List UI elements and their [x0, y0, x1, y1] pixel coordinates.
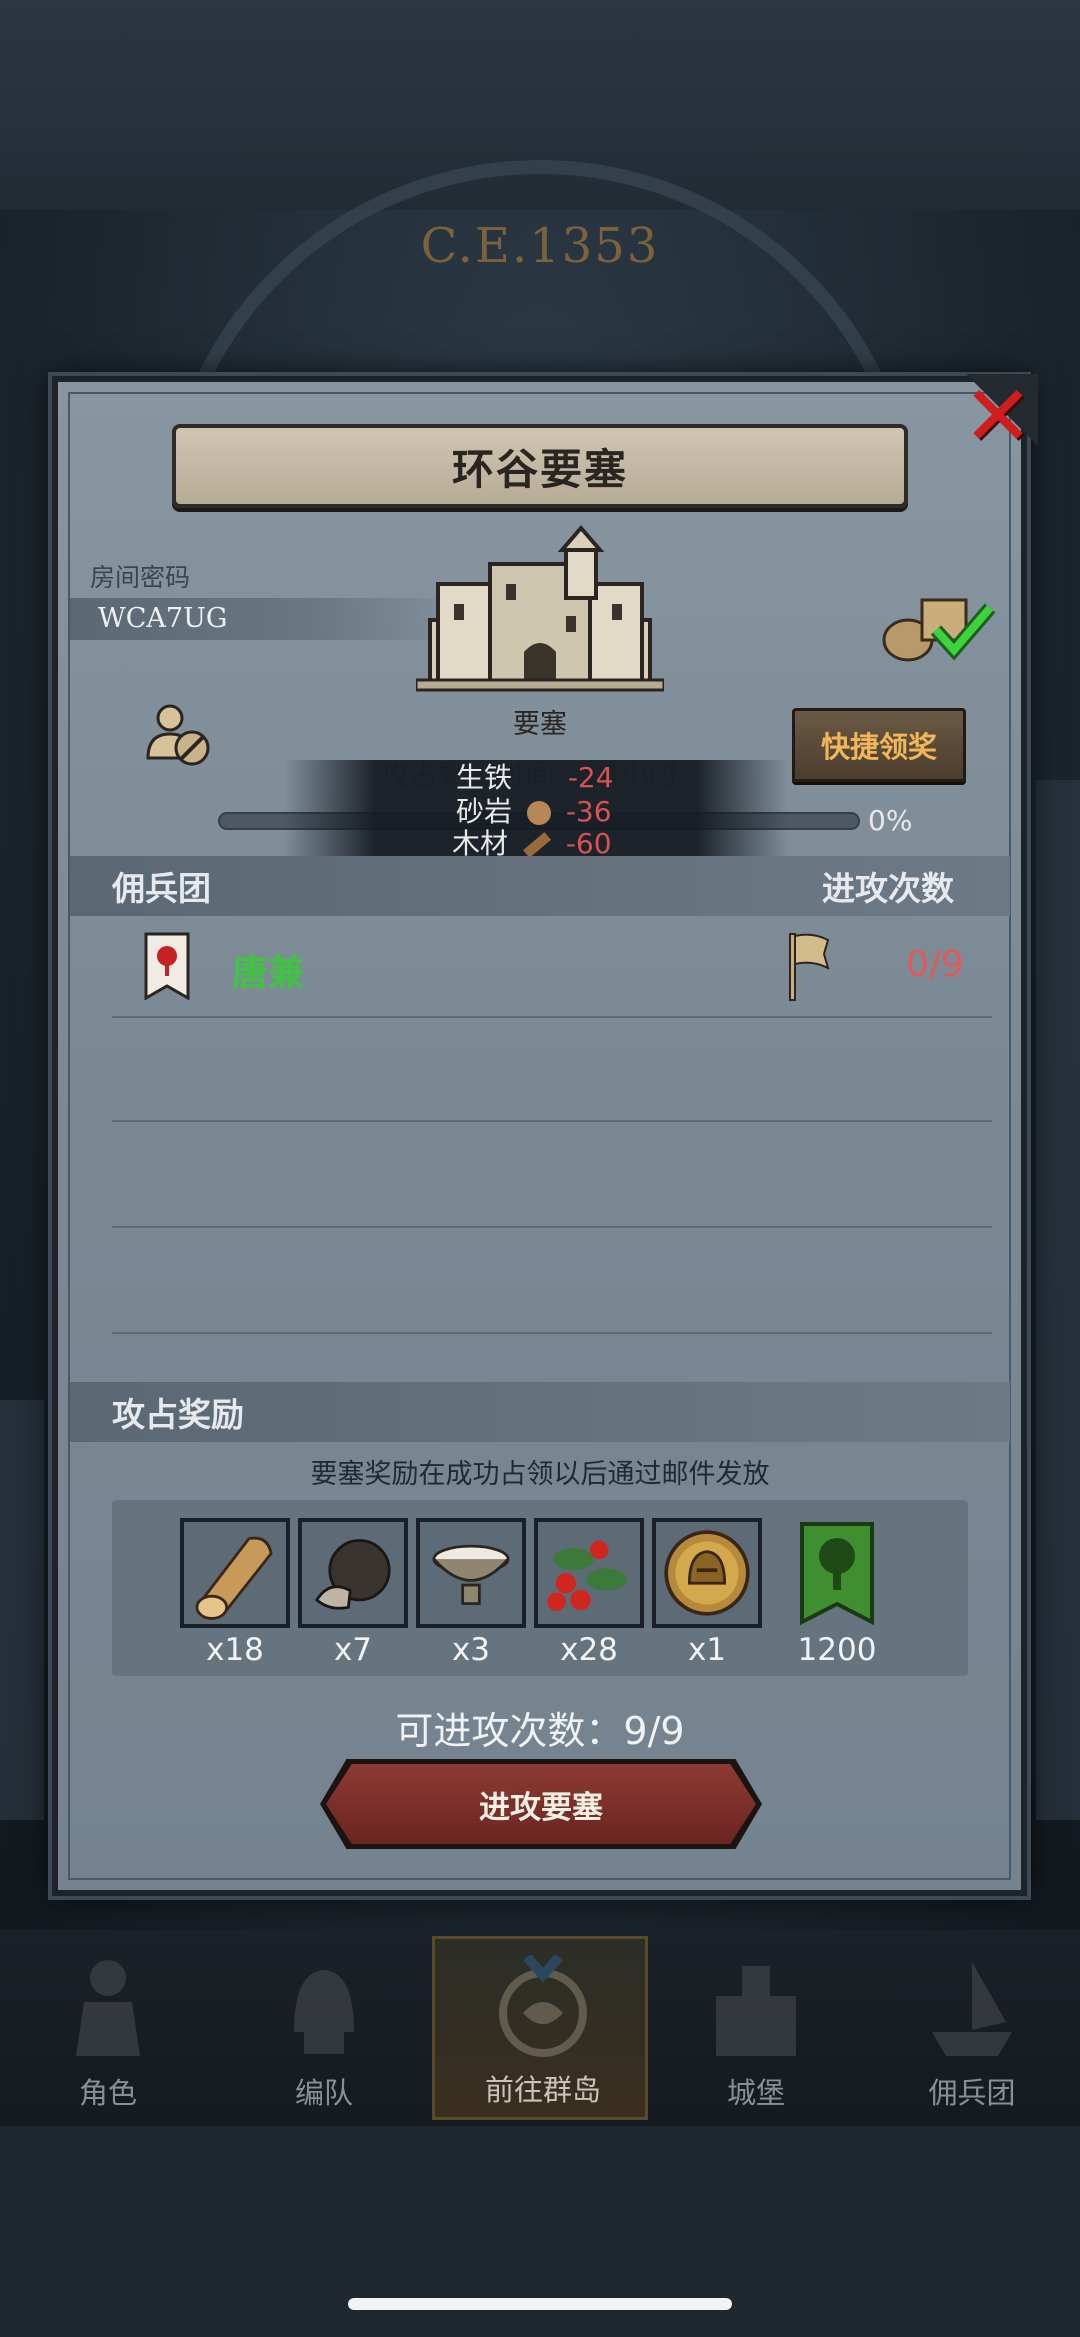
- dialog-title-banner: 环谷要塞: [172, 424, 908, 508]
- attack-fortress-label: 进攻要塞: [479, 1789, 603, 1826]
- reward-qty-truffle: x7: [333, 1632, 373, 1668]
- mercenary-attack-count: 0/9: [906, 944, 964, 985]
- nav-item-islands[interactable]: 前往群岛: [432, 1936, 648, 2120]
- fortress-icon: [416, 524, 664, 692]
- reward-qty-wood: x18: [206, 1632, 264, 1668]
- helmet-icon: [294, 1970, 354, 2054]
- reward-qty-helmet-coin: x1: [687, 1632, 727, 1668]
- close-x-icon[interactable]: ✕: [958, 372, 1038, 460]
- attack-count-header: 进攻次数: [822, 869, 954, 908]
- bowl-icon: [420, 1522, 522, 1624]
- helmet-coin-icon: [656, 1522, 758, 1624]
- wood-log-icon: [184, 1522, 286, 1624]
- quick-claim-button[interactable]: 快捷领奖: [792, 708, 966, 782]
- reward-slot-truffle[interactable]: [298, 1518, 408, 1628]
- knight-icon: [76, 1960, 140, 2056]
- reward-qty-bowl: x3: [451, 1632, 491, 1668]
- nav-label: 编队: [294, 2076, 353, 2110]
- reward-note: 要塞奖励在成功占领以后通过邮件发放: [310, 1459, 770, 1490]
- castle-icon: [716, 1966, 796, 2056]
- home-indicator[interactable]: [348, 2298, 732, 2310]
- available-attempts: 可进攻次数：9/9: [395, 1709, 685, 1753]
- capture-progress-percent: 0%: [868, 804, 913, 837]
- reward-slot-bowl[interactable]: [416, 1518, 526, 1628]
- mercenary-name[interactable]: 唐兼: [232, 944, 304, 996]
- list-divider: [112, 1016, 992, 1018]
- list-divider: [112, 1120, 992, 1122]
- nav-item-character[interactable]: 角色: [0, 1936, 216, 2120]
- nav-item-castle[interactable]: 城堡: [648, 1936, 864, 2120]
- reward-bag-check-icon[interactable]: [878, 590, 998, 662]
- room-code: WCA7UG: [98, 603, 228, 634]
- compass-map-icon: [499, 1955, 587, 2057]
- reward-slot-wood[interactable]: [180, 1518, 290, 1628]
- year-label: C.E.1353: [420, 218, 660, 274]
- reward-slot-berries[interactable]: [534, 1518, 644, 1628]
- dialog-title: 环谷要塞: [451, 444, 628, 494]
- nav-item-formation[interactable]: 编队: [216, 1936, 432, 2120]
- right-side-decoration: [1036, 780, 1080, 1820]
- nav-label: 佣兵团: [928, 2076, 1016, 2110]
- reward-slot-helmet-coin[interactable]: [652, 1518, 762, 1628]
- tree-banner-icon: [800, 1522, 874, 1626]
- list-divider: [112, 1226, 992, 1228]
- mercenary-banner-icon: [144, 932, 190, 1000]
- attack-fortress-button[interactable]: 进攻要塞: [326, 1764, 756, 1844]
- reward-section-title: 攻占奖励: [112, 1395, 244, 1434]
- nav-label: 角色: [78, 2076, 137, 2110]
- quick-claim-label: 快捷领奖: [820, 730, 937, 764]
- berries-icon: [538, 1522, 640, 1624]
- wood-icon: [522, 832, 551, 858]
- reward-slot-banner[interactable]: [798, 1520, 876, 1628]
- mercenary-section-title: 佣兵团: [112, 869, 211, 908]
- list-divider: [112, 1332, 992, 1334]
- ship-icon: [932, 1962, 1012, 2056]
- reward-qty-berries: x28: [560, 1632, 618, 1668]
- attack-flag-icon: [789, 933, 830, 1001]
- nav-label: 前往群岛: [484, 2073, 601, 2107]
- nav-label: 城堡: [726, 2076, 785, 2110]
- room-code-label: 房间密码: [90, 563, 191, 592]
- no-user-icon[interactable]: [144, 700, 214, 768]
- reward-qty-banner: 1200: [797, 1632, 877, 1668]
- nav-item-mercenary[interactable]: 佣兵团: [864, 1936, 1080, 2120]
- truffle-icon: [302, 1522, 404, 1624]
